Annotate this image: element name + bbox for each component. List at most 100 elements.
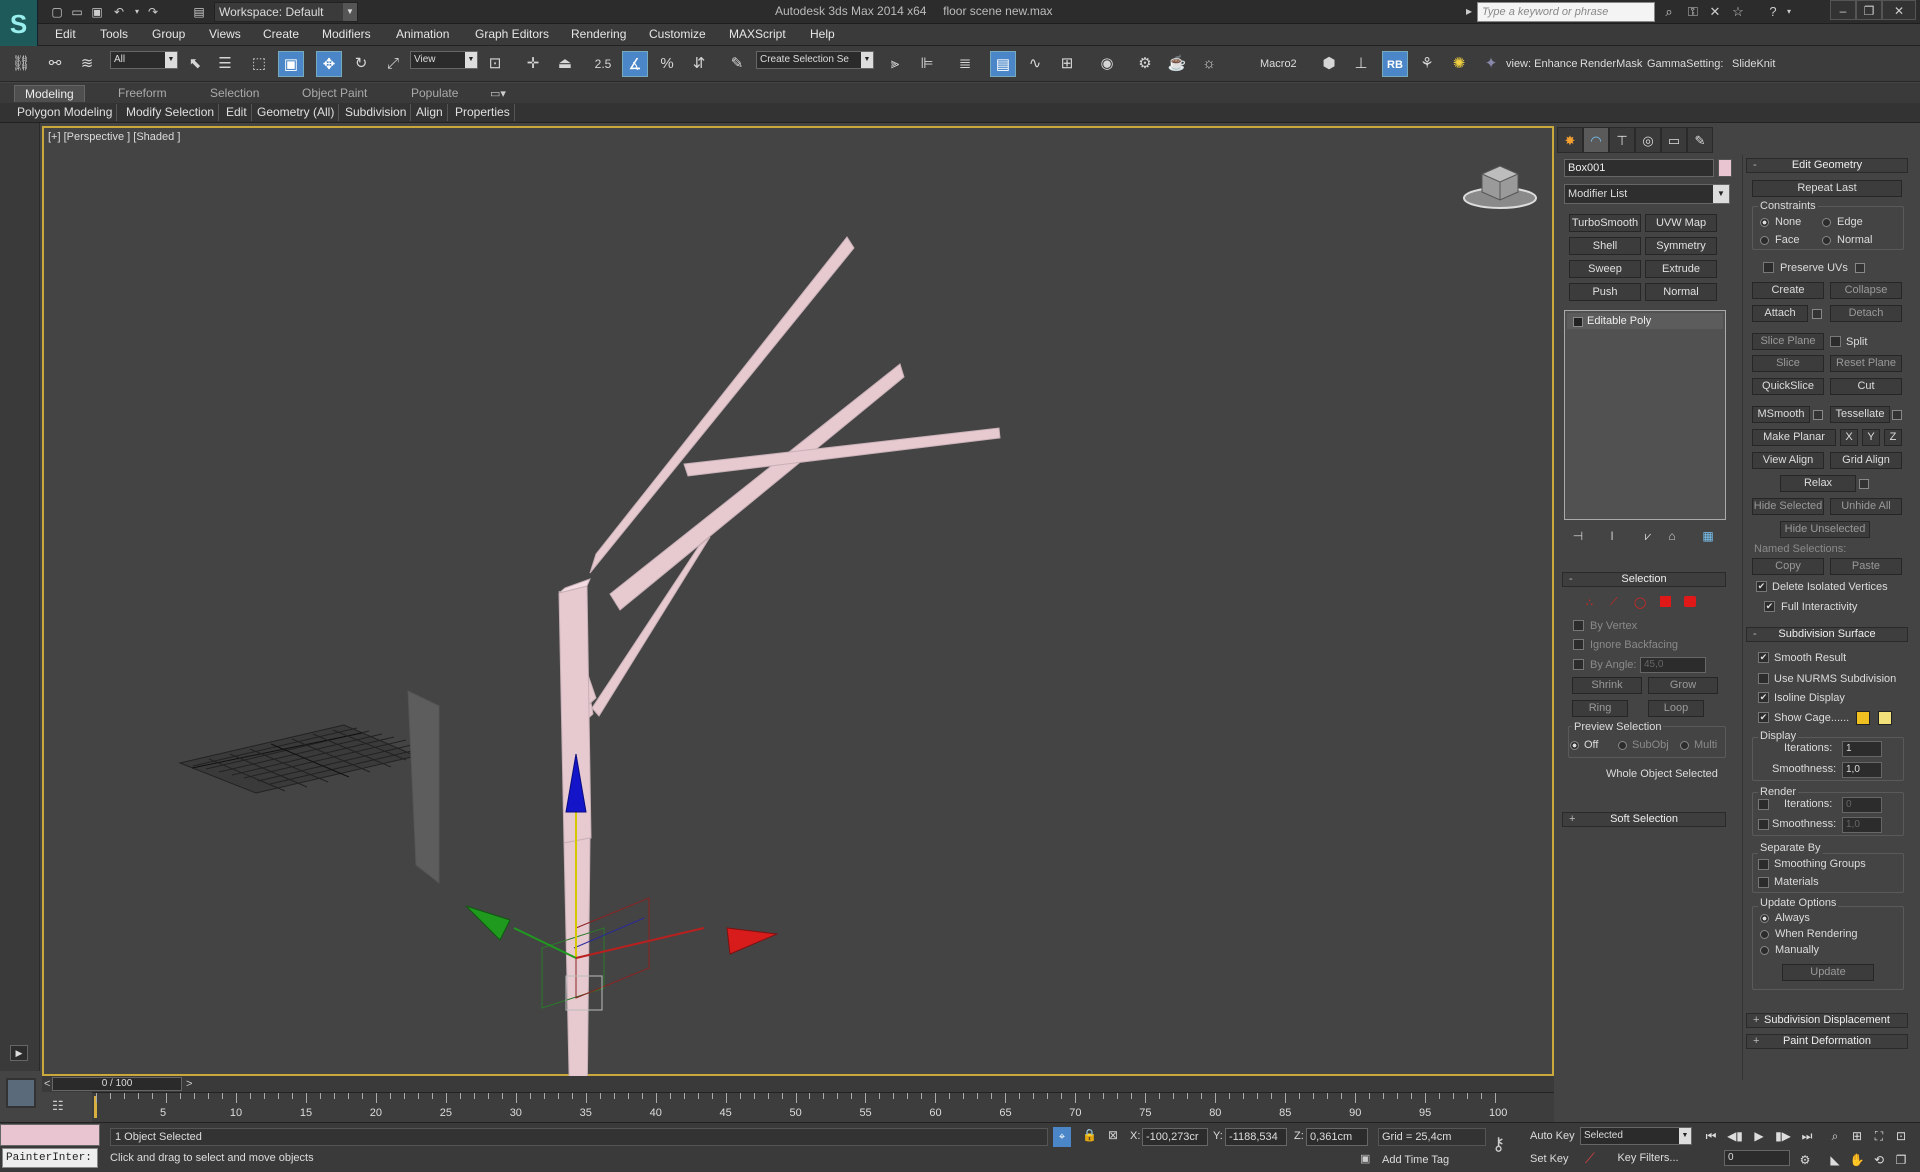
material-editor-icon[interactable]: ◉: [1094, 51, 1120, 77]
ribbon-subdivision[interactable]: Subdivision: [341, 104, 412, 121]
pin-stack-icon[interactable]: ⊣: [1570, 528, 1586, 544]
constraint-none-radio[interactable]: [1760, 218, 1769, 227]
schematic-view-icon[interactable]: ⊞: [1054, 51, 1080, 77]
absolute-mode-icon[interactable]: ⊠: [1108, 1128, 1118, 1142]
attach-list-icon[interactable]: [1812, 309, 1822, 319]
isoline-display-checkbox[interactable]: ✔: [1758, 692, 1769, 703]
show-cage-checkbox[interactable]: ✔: [1758, 712, 1769, 723]
selection-lock-icon[interactable]: 🔒: [1082, 1128, 1097, 1142]
grid-object[interactable]: [178, 724, 418, 794]
edit-named-selection-icon[interactable]: ✎: [724, 51, 750, 77]
mini-listener-icon[interactable]: [6, 1078, 36, 1108]
window-crossing-icon[interactable]: ▣: [278, 51, 304, 77]
select-by-name-icon[interactable]: ☰: [212, 51, 238, 77]
update-when-rendering-radio[interactable]: [1760, 930, 1769, 939]
loop-button[interactable]: Loop: [1648, 700, 1704, 717]
constraint-face-radio[interactable]: [1760, 236, 1769, 245]
y-coordinate-field[interactable]: -1188,534: [1225, 1128, 1287, 1146]
symmetry-button[interactable]: Symmetry: [1645, 237, 1717, 255]
hide-selected-button[interactable]: Hide Selected: [1752, 498, 1824, 515]
edge-mode-icon[interactable]: ⟋: [1610, 596, 1622, 608]
open-file-icon[interactable]: ▭: [68, 3, 86, 21]
ribbon-tab-modeling[interactable]: Modeling: [14, 85, 85, 102]
align-icon[interactable]: ⊫: [914, 51, 940, 77]
track-bar-toggle-icon[interactable]: ☷: [52, 1098, 64, 1114]
render-setup-icon[interactable]: ⚙: [1132, 51, 1158, 77]
time-configuration-icon[interactable]: ⚙: [1794, 1150, 1816, 1170]
utilities-tab-icon[interactable]: ✎: [1687, 127, 1713, 153]
box-tool-icon[interactable]: ⬢: [1316, 51, 1342, 77]
zoom-extents-icon[interactable]: ⛶: [1868, 1126, 1890, 1146]
next-frame-icon[interactable]: ▮▶: [1772, 1126, 1794, 1146]
time-tag-icon[interactable]: ▣: [1360, 1152, 1370, 1165]
named-selection-dropdown[interactable]: Create Selection Se ▼: [756, 51, 874, 69]
make-unique-icon[interactable]: ⩗: [1640, 528, 1656, 544]
relax-button[interactable]: Relax: [1780, 475, 1856, 492]
remove-modifier-icon[interactable]: ⌂: [1664, 528, 1680, 544]
update-always-radio[interactable]: [1760, 914, 1769, 923]
modifier-stack[interactable]: Editable Poly: [1564, 310, 1726, 520]
object-name-field[interactable]: Box001: [1564, 159, 1714, 177]
mirror-icon[interactable]: ⫸: [882, 51, 908, 77]
msmooth-button[interactable]: MSmooth: [1752, 406, 1810, 423]
menu-views[interactable]: Views: [209, 27, 241, 41]
modify-tab-icon[interactable]: ◠: [1583, 127, 1609, 153]
z-coordinate-field[interactable]: 0,361cm: [1306, 1128, 1368, 1146]
gamma-setting-button[interactable]: GammaSetting:: [1647, 58, 1723, 70]
menu-maxscript[interactable]: MAXScript: [729, 27, 786, 41]
cage-color-swatch-2[interactable]: [1878, 711, 1892, 725]
set-key-button[interactable]: Set Key: [1530, 1153, 1569, 1165]
menu-customize[interactable]: Customize: [649, 27, 706, 41]
snap-toggle-button[interactable]: 2.5: [590, 51, 616, 77]
app-menu-logo-icon[interactable]: S: [0, 0, 38, 48]
push-button[interactable]: Push: [1569, 283, 1641, 301]
layer-manager-icon[interactable]: ≣: [952, 51, 978, 77]
object-color-swatch[interactable]: [1718, 159, 1732, 177]
hierarchy-tab-icon[interactable]: ⊤: [1609, 127, 1635, 153]
percent-snap-icon[interactable]: %: [654, 51, 680, 77]
render-smoothness-spinner[interactable]: 1,0: [1842, 817, 1882, 833]
use-nurms-checkbox[interactable]: [1758, 673, 1769, 684]
curve-editor-icon[interactable]: ∿: [1022, 51, 1048, 77]
subdivision-surface-rollout-header[interactable]: - Subdivision Surface: [1746, 627, 1908, 642]
hierarchy-tool-icon[interactable]: ⊥: [1348, 51, 1374, 77]
turbosmooth-button[interactable]: TurboSmooth: [1569, 214, 1641, 232]
update-button[interactable]: Update: [1782, 964, 1874, 981]
preview-off-radio[interactable]: [1570, 741, 1579, 750]
key-mode-dropdown[interactable]: Selected ▼: [1580, 1127, 1692, 1145]
relax-settings-icon[interactable]: [1859, 479, 1869, 489]
edit-geometry-rollout-header[interactable]: - Edit Geometry: [1746, 158, 1908, 173]
menu-edit[interactable]: Edit: [55, 27, 76, 41]
ring-button[interactable]: Ring: [1572, 700, 1628, 717]
branch-mesh-object[interactable]: [558, 236, 1001, 1078]
spinner-snap-icon[interactable]: ⇵: [686, 51, 712, 77]
enhance-view-icon[interactable]: ✦: [1478, 51, 1504, 77]
communication-center-icon[interactable]: ✕: [1706, 3, 1724, 21]
go-to-end-icon[interactable]: ⏭: [1796, 1126, 1818, 1146]
materials-checkbox[interactable]: [1758, 877, 1769, 888]
by-angle-spinner[interactable]: 45,0: [1640, 657, 1706, 673]
constraint-normal-radio[interactable]: [1822, 236, 1831, 245]
ribbon-align[interactable]: Align: [412, 104, 448, 121]
render-production-icon[interactable]: ☼: [1196, 51, 1222, 77]
update-manually-radio[interactable]: [1760, 946, 1769, 955]
network-tool-icon[interactable]: ⚘: [1414, 51, 1440, 77]
msmooth-settings-icon[interactable]: [1813, 410, 1823, 420]
add-time-tag-button[interactable]: Add Time Tag: [1382, 1154, 1449, 1166]
search-expand-icon[interactable]: ▸: [1466, 4, 1472, 18]
select-object-icon[interactable]: ⬉: [182, 51, 208, 77]
cut-button[interactable]: Cut: [1830, 378, 1902, 395]
key-filters-button[interactable]: Key Filters...: [1606, 1151, 1690, 1168]
go-to-start-icon[interactable]: ⏮: [1700, 1126, 1722, 1146]
slice-plane-button[interactable]: Slice Plane: [1752, 333, 1824, 350]
perspective-viewport[interactable]: [+] [Perspective ] [Shaded ]: [42, 126, 1554, 1078]
rectangular-selection-icon[interactable]: ⬚: [246, 51, 272, 77]
previous-frame-icon[interactable]: ◀▮: [1724, 1126, 1746, 1146]
unlink-icon[interactable]: ⚯: [42, 51, 68, 77]
unhide-all-button[interactable]: Unhide All: [1830, 498, 1902, 515]
copy-button[interactable]: Copy: [1752, 558, 1824, 575]
tessellate-settings-icon[interactable]: [1892, 410, 1902, 420]
zoom-extents-all-icon[interactable]: ⊡: [1890, 1126, 1912, 1146]
menu-help[interactable]: Help: [810, 27, 835, 41]
ribbon-tab-selection[interactable]: Selection: [200, 85, 269, 102]
